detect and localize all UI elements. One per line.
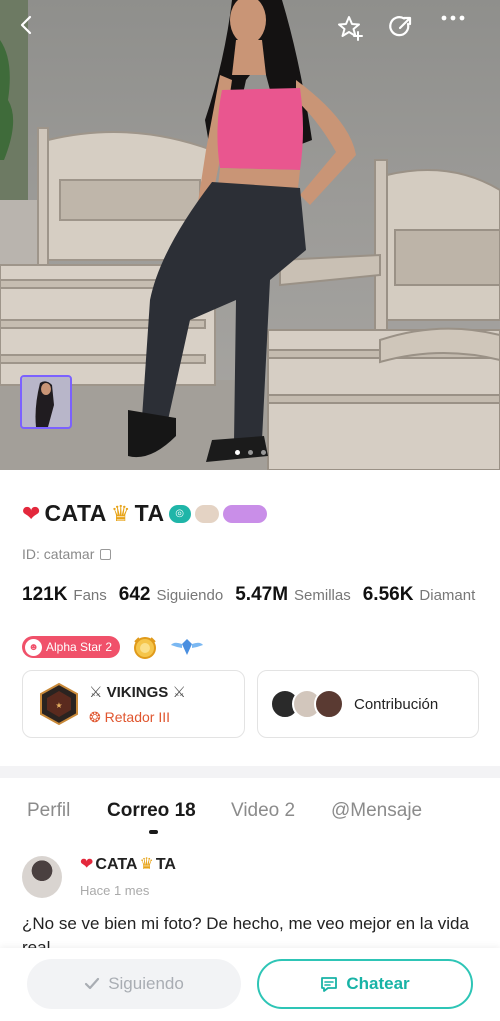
photo-thumbnail[interactable] (20, 375, 72, 429)
tab-indicator (149, 830, 158, 834)
user-id: ID: catamar (22, 546, 112, 562)
post-author-name: CATA (95, 856, 138, 873)
medal-icon[interactable] (130, 634, 160, 660)
family-rank-text: Retador III (104, 709, 170, 725)
swords-icon: ⚔ (89, 684, 107, 701)
post-item[interactable]: ❤ CATA ♛ TA Hace 1 mes ¿No se ve bien mi… (0, 838, 500, 948)
chat-button[interactable]: Chatear (257, 959, 473, 1009)
profile-section: ❤ CATA ♛ TA ◎ ID: catamar 121K Fans 642 … (0, 470, 500, 766)
family-card[interactable]: ★ ⚔ VIKINGS ⚔ ❂ Retador III (22, 670, 245, 738)
avatar[interactable] (22, 856, 62, 898)
crown-icon: ♛ (110, 500, 131, 526)
profile-photo[interactable] (0, 0, 500, 470)
alpha-icon: ☻ (25, 638, 42, 656)
post-body: ¿No se ve bien mi foto? De hecho, me veo… (22, 914, 469, 948)
share-button[interactable] (388, 14, 424, 50)
pagination-dot[interactable] (260, 450, 266, 455)
tab-video[interactable]: Video 2 (231, 800, 295, 822)
more-button[interactable] (440, 14, 476, 50)
rank-badge-icon (194, 504, 219, 523)
pagination-dot[interactable] (234, 450, 240, 455)
alpha-badge-label: Alpha Star 2 (46, 640, 113, 654)
alpha-star-badge[interactable]: ☻ Alpha Star 2 (22, 636, 121, 658)
copy-icon[interactable] (100, 548, 112, 560)
badge-row: ☻ Alpha Star 2 (22, 634, 204, 660)
profile-name-tail: TA (134, 500, 165, 526)
share-icon (389, 16, 412, 37)
bottom-action-bar: Siguiendo Chatear (0, 948, 500, 1021)
svg-text:★: ★ (55, 701, 62, 710)
tag-badge-icon (222, 504, 267, 523)
user-id-text: ID: catamar (22, 546, 95, 562)
family-rank: ❂ Retador III (89, 709, 170, 726)
burning-heart-icon: ❤ (80, 856, 94, 873)
family-name-text: VIKINGS (106, 684, 169, 701)
crown-icon: ♛ (139, 856, 154, 873)
photo-scene (0, 0, 500, 470)
post-author-tail: TA (155, 856, 176, 873)
profile-stats: 121K Fans 642 Siguiendo 5.47M Semillas 6… (22, 584, 481, 606)
fans-count[interactable]: 121K (22, 584, 67, 606)
following-count[interactable]: 642 (119, 584, 151, 606)
family-name: ⚔ VIKINGS ⚔ (89, 683, 186, 701)
chat-icon (321, 977, 338, 992)
following-button[interactable]: Siguiendo (27, 959, 241, 1009)
following-label: Siguiendo (156, 587, 224, 604)
swords-icon: ⚔ (168, 684, 186, 701)
more-icon (441, 15, 465, 21)
back-button[interactable] (16, 14, 52, 50)
diamonds-count[interactable]: 6.56K (363, 584, 414, 606)
family-logo-icon: ★ (40, 682, 78, 726)
tab-profile[interactable]: Perfil (27, 800, 70, 822)
contribution-card[interactable]: Contribución (257, 670, 479, 738)
contributor-avatar (314, 689, 344, 719)
favorite-button[interactable] (336, 14, 372, 50)
following-label: Siguiendo (108, 974, 184, 993)
profile-tabs: Perfil Correo 18 Video 2 @Mensaje (0, 778, 500, 838)
contribution-label: Contribución (354, 696, 439, 713)
burning-heart-icon: ❤ (22, 500, 41, 526)
rank-icon: ❂ (89, 709, 105, 725)
post-timestamp: Hace 1 mes (80, 883, 150, 898)
seeds-label: Semillas (294, 587, 351, 604)
contributor-avatars (270, 689, 350, 721)
pagination-dot[interactable] (247, 450, 253, 455)
fans-label: Fans (73, 587, 107, 604)
diamonds-label: Diamant (419, 587, 476, 604)
profile-name: ❤ CATA ♛ TA ◎ (22, 500, 267, 527)
tab-posts[interactable]: Correo 18 (107, 800, 196, 822)
wings-badge-icon[interactable] (170, 635, 204, 659)
check-icon (85, 977, 100, 990)
thumbnail-image (22, 377, 70, 427)
post-author: ❤ CATA ♛ TA (80, 856, 176, 874)
photo-pagination (0, 450, 500, 455)
level-badge-icon: ◎ (168, 504, 191, 523)
chevron-left-icon (20, 15, 32, 35)
seeds-count[interactable]: 5.47M (235, 584, 288, 606)
profile-name-text: CATA (44, 500, 107, 526)
star-add-icon (338, 16, 363, 41)
section-divider (0, 766, 500, 778)
tab-mentions[interactable]: @Mensaje (331, 800, 422, 822)
chat-label: Chatear (346, 974, 410, 993)
